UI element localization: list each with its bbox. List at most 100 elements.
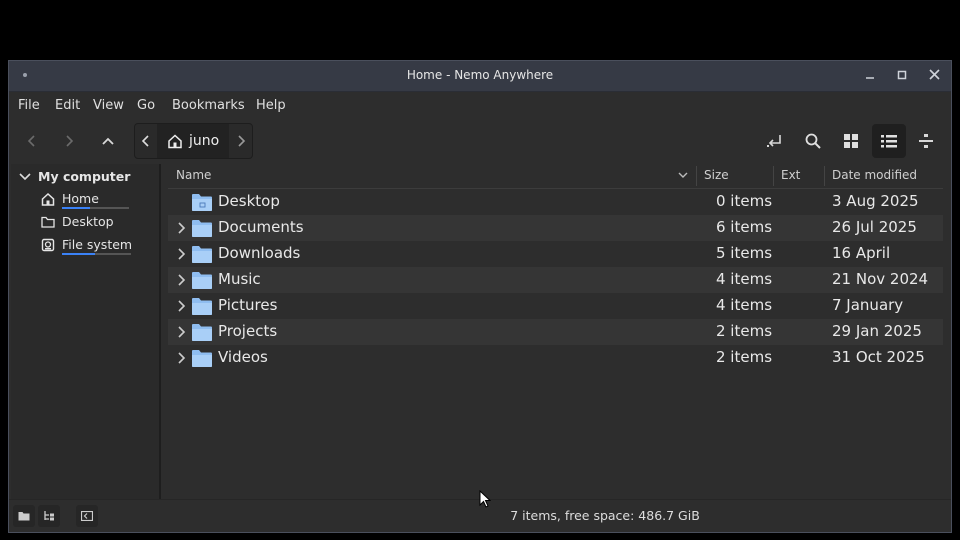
breadcrumb-left-arrow[interactable] bbox=[135, 124, 157, 158]
breadcrumb: juno bbox=[134, 123, 253, 159]
sidebar: My computer Home Desktop File system bbox=[11, 164, 161, 500]
file-row[interactable]: Projects 2 items 29 Jan 2025 bbox=[168, 319, 943, 345]
file-name: Music bbox=[218, 270, 261, 288]
column-name[interactable]: Name bbox=[176, 168, 211, 182]
file-size: 2 items bbox=[716, 322, 773, 340]
file-row[interactable]: Pictures 4 items 7 January bbox=[168, 293, 943, 319]
folder-icon bbox=[192, 220, 212, 237]
file-size: 0 items bbox=[716, 192, 773, 210]
folder-icon bbox=[192, 324, 212, 341]
back-icon bbox=[27, 135, 35, 147]
up-icon bbox=[102, 137, 114, 145]
folder-icon bbox=[192, 194, 212, 211]
file-name: Pictures bbox=[218, 296, 278, 314]
location-toggle-icon bbox=[767, 135, 781, 147]
file-row[interactable]: Documents 6 items 26 Jul 2025 bbox=[168, 215, 943, 241]
folder-icon bbox=[192, 350, 212, 367]
close-icon bbox=[928, 69, 940, 80]
sidebar-section-label: My computer bbox=[38, 169, 131, 184]
file-row[interactable]: Desktop 0 items 3 Aug 2025 bbox=[168, 189, 943, 215]
expand-chevron-icon[interactable] bbox=[174, 245, 190, 263]
file-name: Downloads bbox=[218, 244, 301, 262]
expand-chevron-icon[interactable] bbox=[174, 297, 190, 315]
column-ext[interactable]: Ext bbox=[781, 168, 800, 182]
minimize-icon bbox=[866, 77, 874, 79]
list-icon bbox=[881, 135, 897, 148]
menu-bookmarks[interactable]: Bookmarks bbox=[172, 98, 245, 113]
mouse-cursor-icon bbox=[479, 490, 491, 508]
file-size: 4 items bbox=[716, 296, 773, 314]
breadcrumb-home[interactable]: juno bbox=[157, 124, 229, 158]
expand-chevron-icon[interactable] bbox=[174, 219, 190, 237]
forward-button[interactable] bbox=[52, 124, 86, 158]
file-row[interactable]: Videos 2 items 31 Oct 2025 bbox=[168, 345, 943, 371]
sidebar-item-desktop[interactable]: Desktop bbox=[41, 214, 114, 229]
forward-icon bbox=[66, 135, 74, 147]
status-text: 7 items, free space: 486.7 GiB bbox=[510, 508, 700, 523]
minimize-button[interactable] bbox=[861, 67, 879, 85]
sidebar-item-home[interactable]: Home bbox=[41, 191, 99, 206]
folder-icon bbox=[192, 298, 212, 315]
toggle-location-button[interactable] bbox=[758, 124, 792, 158]
search-button[interactable] bbox=[796, 124, 830, 158]
chevron-right-icon bbox=[238, 135, 246, 147]
menu-file[interactable]: File bbox=[18, 98, 40, 113]
sidebar-item-label: Desktop bbox=[62, 214, 114, 229]
expand-chevron-icon[interactable] bbox=[174, 323, 190, 341]
home-usage-bar bbox=[62, 207, 90, 209]
home-usage-bar-track bbox=[90, 207, 129, 209]
file-date: 29 Jan 2025 bbox=[832, 322, 922, 340]
menu-help[interactable]: Help bbox=[256, 98, 286, 113]
file-date: 26 Jul 2025 bbox=[832, 218, 917, 236]
drive-icon bbox=[41, 238, 55, 251]
close-button[interactable] bbox=[925, 67, 943, 85]
title-bar[interactable]: Home - Nemo Anywhere bbox=[9, 61, 951, 92]
expand-chevron-icon[interactable] bbox=[174, 271, 190, 289]
menu-go[interactable]: Go bbox=[137, 98, 155, 113]
file-list: Name Size Ext Date modified Desktop 0 ite… bbox=[168, 164, 951, 500]
file-size: 4 items bbox=[716, 270, 773, 288]
toolbar: juno bbox=[9, 118, 951, 164]
file-size: 2 items bbox=[716, 348, 773, 366]
column-size[interactable]: Size bbox=[704, 168, 729, 182]
file-name: Documents bbox=[218, 218, 304, 236]
sort-chevron-icon bbox=[678, 172, 688, 178]
column-date-modified[interactable]: Date modified bbox=[832, 168, 917, 182]
expand-chevron-icon[interactable] bbox=[174, 349, 190, 367]
breadcrumb-right-arrow[interactable] bbox=[230, 124, 252, 158]
filesystem-usage-bar-track bbox=[95, 253, 131, 255]
menu-bar: File Edit View Go Bookmarks Help bbox=[9, 92, 951, 118]
file-row[interactable]: Downloads 5 items 16 April bbox=[168, 241, 943, 267]
home-icon bbox=[168, 134, 182, 149]
compact-view-button[interactable] bbox=[911, 124, 941, 158]
sidebar-section-my-computer[interactable]: My computer bbox=[19, 169, 130, 184]
maximize-icon bbox=[897, 70, 907, 80]
list-view-button[interactable] bbox=[872, 124, 906, 158]
window-title: Home - Nemo Anywhere bbox=[406, 68, 554, 82]
file-name: Videos bbox=[218, 348, 268, 366]
file-size: 6 items bbox=[716, 218, 773, 236]
chevron-left-icon bbox=[141, 135, 149, 147]
grid-icon bbox=[844, 134, 858, 148]
menu-view[interactable]: View bbox=[93, 98, 124, 113]
chevron-down-icon bbox=[19, 172, 31, 180]
file-row[interactable]: Music 4 items 21 Nov 2024 bbox=[168, 267, 943, 293]
search-icon bbox=[805, 133, 821, 149]
back-button[interactable] bbox=[15, 124, 49, 158]
file-date: 16 April bbox=[832, 244, 891, 262]
compact-view-icon bbox=[919, 134, 933, 148]
file-name: Projects bbox=[218, 322, 278, 340]
sidebar-item-file-system[interactable]: File system bbox=[41, 237, 132, 252]
folder-icon bbox=[41, 216, 55, 228]
maximize-button[interactable] bbox=[893, 67, 911, 85]
file-date: 3 Aug 2025 bbox=[832, 192, 919, 210]
icon-view-button[interactable] bbox=[834, 124, 868, 158]
home-icon bbox=[41, 192, 55, 206]
file-size: 5 items bbox=[716, 244, 773, 262]
sidebar-item-label: File system bbox=[62, 237, 133, 252]
menu-edit[interactable]: Edit bbox=[55, 98, 80, 113]
up-button[interactable] bbox=[91, 124, 125, 158]
file-date: 31 Oct 2025 bbox=[832, 348, 925, 366]
folder-icon bbox=[192, 272, 212, 289]
file-date: 7 January bbox=[832, 296, 904, 314]
